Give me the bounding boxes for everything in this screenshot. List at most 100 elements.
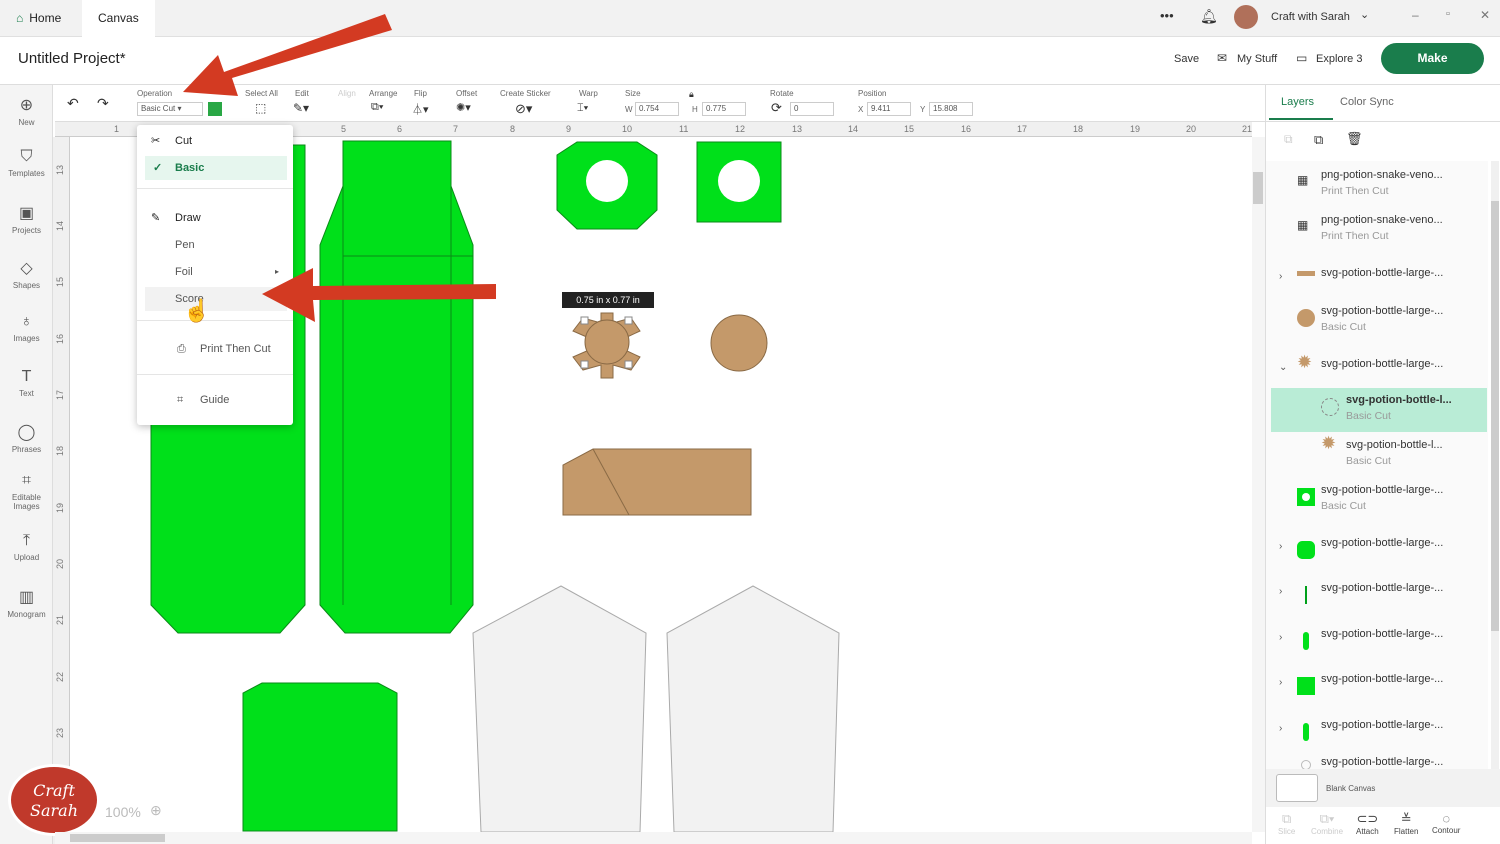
chevron-right-icon: ▸ xyxy=(274,267,279,276)
shape-thumbnail xyxy=(1297,488,1315,506)
menu-item-pen[interactable]: Pen xyxy=(145,233,287,257)
slice-button[interactable]: ⧉ Slice xyxy=(1278,811,1295,836)
scroll-thumb[interactable] xyxy=(70,834,165,842)
shape-thumbnail xyxy=(1303,632,1309,650)
layers-scrollbar[interactable] xyxy=(1491,161,1499,769)
layer-operation: Print Then Cut xyxy=(1321,185,1389,197)
chevron-right-icon[interactable]: › xyxy=(1279,677,1282,688)
layer-actions: ⧉ Slice ⧉▾ Combine ⊂⊃ Attach ≚ Flatten ◌ Cont… xyxy=(1266,807,1500,844)
cork-wrap-shape xyxy=(562,448,752,516)
layer-name: svg-potion-bottle-large-... xyxy=(1321,267,1444,279)
layer-group[interactable]: › svg-potion-bottle-large-... xyxy=(1271,622,1487,666)
label: Combine xyxy=(1311,827,1344,836)
guide-icon: ⌗ xyxy=(177,394,184,406)
combine-button[interactable]: ⧉▾ Combine xyxy=(1311,811,1343,836)
gear-thumbnail: ✹ xyxy=(1297,352,1313,372)
tab-color-sync[interactable]: Color Sync xyxy=(1340,96,1394,108)
cork-circle-shape xyxy=(710,314,768,372)
shape-thumbnail xyxy=(1297,541,1315,559)
layer-name: svg-potion-bottle-large-... xyxy=(1321,582,1444,594)
vertical-scrollbar[interactable] xyxy=(1252,137,1265,832)
flatten-icon: ≚ xyxy=(1400,811,1412,826)
chevron-right-icon[interactable]: › xyxy=(1279,586,1282,597)
image-thumbnail: ▦ xyxy=(1297,173,1309,187)
menu-item-foil[interactable]: Foil ▸ xyxy=(145,260,287,284)
blank-canvas-label: Blank Canvas xyxy=(1326,784,1376,793)
layers-panel: Layers Color Sync ⧉ ⧉ 🗑︎ ▦ png-potion-sna… xyxy=(1265,85,1500,844)
group-icon[interactable]: ⧉ xyxy=(1284,132,1293,147)
back-panel-shape xyxy=(666,585,840,833)
zoom-in-icon[interactable]: ⊕ xyxy=(150,802,162,819)
duplicate-icon[interactable]: ⧉ xyxy=(1314,132,1323,148)
craft-with-sarah-logo: Craft Sarah xyxy=(8,764,100,836)
layer-name: svg-potion-bottle-large-... xyxy=(1321,756,1444,768)
contour-icon: ◌ xyxy=(1442,811,1451,826)
layer-operation: Print Then Cut xyxy=(1321,230,1389,242)
label: Print Then Cut xyxy=(200,343,271,355)
contour-button[interactable]: ◌ Contour xyxy=(1432,811,1460,835)
label: Guide xyxy=(200,394,230,406)
chevron-right-icon[interactable]: › xyxy=(1279,632,1282,643)
contour-thumbnail xyxy=(1321,398,1339,416)
layer-operation: Basic Cut xyxy=(1321,321,1366,333)
label: Attach xyxy=(1356,827,1379,836)
chevron-down-icon[interactable]: ⌄ xyxy=(1279,362,1287,373)
divider xyxy=(137,188,293,189)
label: Draw xyxy=(175,212,201,224)
flatten-button[interactable]: ≚ Flatten xyxy=(1394,811,1418,836)
hand-cursor-icon: ☝ xyxy=(183,298,211,323)
layer-name: svg-potion-bottle-large-... xyxy=(1321,358,1444,370)
label-shape xyxy=(242,682,398,832)
layer-item[interactable]: svg-potion-bottle-large-... xyxy=(1271,750,1487,769)
layer-operation: Basic Cut xyxy=(1346,455,1391,467)
zoom-level[interactable]: 100% xyxy=(105,804,141,820)
back-panel-shape xyxy=(472,585,647,833)
layer-item[interactable]: svg-potion-bottle-large-... Basic Cut xyxy=(1271,478,1487,522)
image-thumbnail: ▦ xyxy=(1297,218,1309,232)
menu-item-basic[interactable]: ✓ Basic xyxy=(145,156,287,180)
horizontal-scrollbar[interactable] xyxy=(55,832,1252,844)
menu-item-guide[interactable]: ⌗ Guide xyxy=(145,388,287,412)
menu-item-score[interactable]: Score xyxy=(145,287,287,311)
slice-icon: ⧉ xyxy=(1282,811,1292,826)
layer-item[interactable]: ▦ png-potion-snake-veno... Print Then Cut xyxy=(1271,163,1487,207)
canvas-swatch[interactable] xyxy=(1276,774,1318,802)
menu-group-cut: ✂ Cut xyxy=(145,129,287,153)
pen-icon: ✎ xyxy=(151,212,161,224)
divider xyxy=(137,320,293,321)
layer-operation: Basic Cut xyxy=(1346,410,1391,422)
menu-item-print-then-cut[interactable]: ⎙ Print Then Cut xyxy=(145,337,287,361)
chevron-right-icon[interactable]: › xyxy=(1279,541,1282,552)
lid-hole xyxy=(718,160,760,202)
layer-group[interactable]: › svg-potion-bottle-large-... xyxy=(1271,576,1487,620)
shape-thumbnail xyxy=(1297,271,1315,276)
layer-name: png-potion-snake-veno... xyxy=(1321,214,1443,226)
layer-group[interactable]: › svg-potion-bottle-large-... xyxy=(1271,531,1487,575)
menu-group-draw: ✎ Draw xyxy=(145,206,287,230)
layer-item[interactable]: svg-potion-bottle-large-... Basic Cut xyxy=(1271,299,1487,343)
layer-name: svg-potion-bottle-l... xyxy=(1346,394,1452,406)
label: Cut xyxy=(175,135,193,147)
layer-name: svg-potion-bottle-large-... xyxy=(1321,673,1444,685)
attach-button[interactable]: ⊂⊃ Attach xyxy=(1356,811,1379,836)
chevron-right-icon[interactable]: › xyxy=(1279,271,1282,282)
layer-item[interactable]: ✹ svg-potion-bottle-l... Basic Cut xyxy=(1271,433,1487,477)
layer-group[interactable]: › svg-potion-bottle-large-... xyxy=(1271,667,1487,711)
divider xyxy=(1266,121,1500,122)
tab-layers[interactable]: Layers xyxy=(1281,96,1314,108)
layer-name: png-potion-snake-veno... xyxy=(1321,169,1443,181)
trash-icon[interactable]: 🗑︎ xyxy=(1346,131,1363,147)
layer-name: svg-potion-bottle-large-... xyxy=(1321,484,1444,496)
lid-hole xyxy=(586,160,628,202)
scroll-thumb[interactable] xyxy=(1253,172,1263,204)
layer-item-selected[interactable]: svg-potion-bottle-l... Basic Cut xyxy=(1271,388,1487,432)
combine-icon: ⧉▾ xyxy=(1319,811,1335,826)
size-tooltip: 0.75 in x 0.77 in xyxy=(562,292,654,308)
blank-canvas-row[interactable]: Blank Canvas xyxy=(1266,769,1500,807)
layer-operation: Basic Cut xyxy=(1321,500,1366,512)
layer-item[interactable]: ▦ png-potion-snake-veno... Print Then Cut xyxy=(1271,208,1487,252)
chevron-right-icon[interactable]: › xyxy=(1279,723,1282,734)
printer-icon: ⎙ xyxy=(177,343,186,355)
label: Slice xyxy=(1278,827,1296,836)
paperclip-icon: ⊂⊃ xyxy=(1356,811,1379,826)
